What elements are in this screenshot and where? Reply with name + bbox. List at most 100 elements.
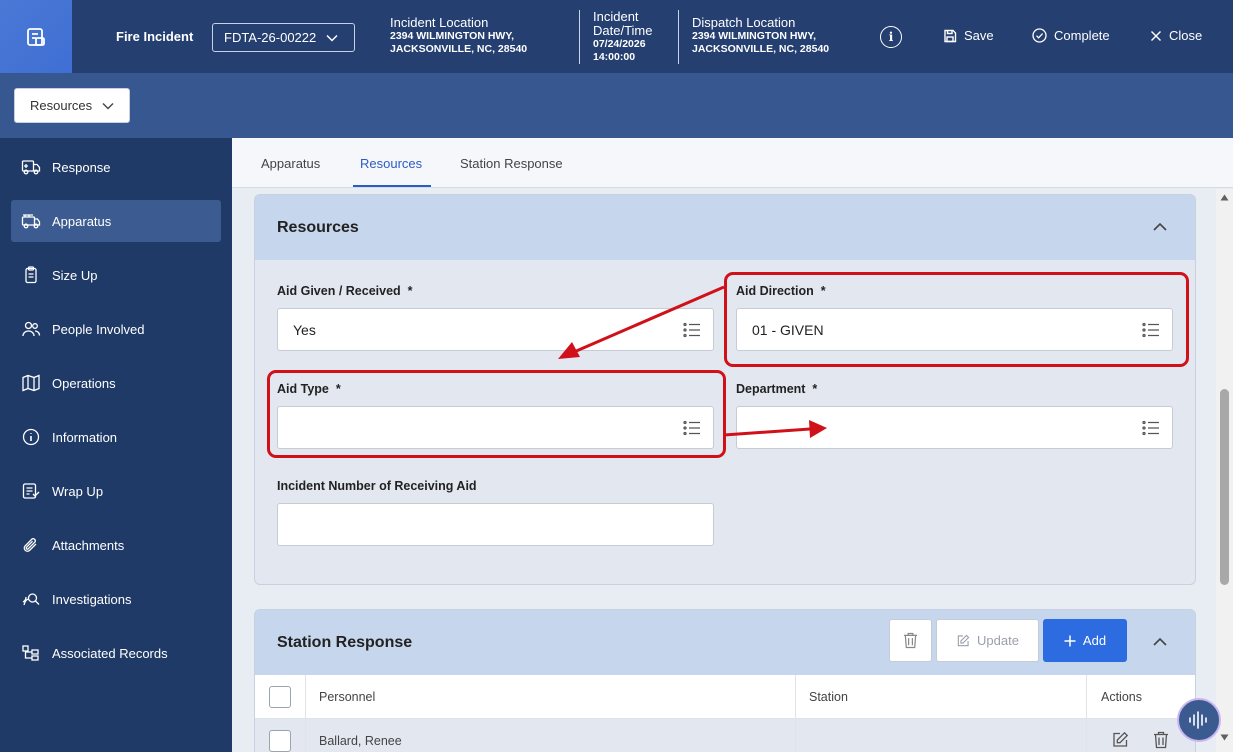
aid-given-value: Yes	[293, 321, 316, 338]
sidebar-item-label: Response	[52, 159, 111, 175]
complete-label: Complete	[1054, 28, 1110, 43]
add-button[interactable]: Add	[1043, 619, 1127, 662]
sidebar-item-wrap-up[interactable]: Wrap Up	[11, 470, 221, 512]
app-header: Fire Incident FDTA-26-00222 Incident Loc…	[0, 0, 1233, 73]
truck-icon	[21, 160, 41, 175]
incident-time: 14:00:00	[593, 51, 636, 63]
aid-given-field[interactable]: Yes	[277, 308, 714, 351]
info-icon[interactable]: i	[880, 26, 902, 48]
edit-icon	[957, 634, 970, 646]
sidebar-item-investigations[interactable]: Investigations	[11, 578, 221, 620]
column-header-actions: Actions	[1101, 690, 1142, 704]
trash-icon	[903, 632, 918, 649]
resources-card-header[interactable]: Resources	[255, 195, 1195, 260]
trash-icon[interactable]	[1153, 731, 1169, 749]
save-label: Save	[964, 28, 994, 43]
scroll-thumb[interactable]	[1220, 389, 1229, 585]
paperclip-icon	[23, 538, 37, 552]
sidebar-item-response[interactable]: Response	[11, 146, 221, 188]
column-header-personnel[interactable]: Personnel	[319, 690, 375, 704]
close-button[interactable]: Close	[1150, 28, 1202, 43]
tab-station-response[interactable]: Station Response	[460, 156, 563, 171]
department-label: Department *	[736, 382, 818, 396]
complete-button[interactable]: Complete	[1032, 28, 1110, 43]
column-header-station[interactable]: Station	[809, 690, 848, 704]
receiving-aid-label: Incident Number of Receiving Aid	[277, 479, 477, 493]
sidebar-item-size-up[interactable]: Size Up	[11, 254, 221, 296]
clipboard-icon	[25, 266, 37, 284]
sidebar-item-apparatus[interactable]: Apparatus	[11, 200, 221, 242]
incident-number-select[interactable]: FDTA-26-00222	[212, 23, 355, 52]
close-label: Close	[1169, 28, 1203, 43]
table-header-row: Personnel Station Actions	[255, 675, 1195, 719]
close-icon	[1151, 30, 1161, 41]
wrap-up-icon	[22, 483, 40, 499]
app-logo[interactable]	[0, 0, 72, 73]
fire-engine-icon	[21, 214, 41, 229]
sidebar-item-label: People Involved	[52, 321, 145, 337]
plus-icon	[1064, 635, 1076, 646]
chevron-down-icon	[326, 34, 338, 42]
save-icon	[944, 29, 957, 42]
scroll-down-arrow-icon[interactable]	[1220, 734, 1229, 741]
incident-datetime-label2: Date/Time	[593, 23, 653, 38]
department-field[interactable]	[736, 406, 1173, 449]
scroll-up-arrow-icon[interactable]	[1220, 194, 1229, 201]
list-icon[interactable]	[683, 322, 701, 338]
voice-assistant-button[interactable]	[1177, 698, 1221, 742]
update-button[interactable]: Update	[936, 619, 1039, 662]
active-tab-indicator	[353, 185, 431, 187]
people-icon	[22, 321, 41, 337]
chevron-up-icon[interactable]	[1153, 220, 1167, 234]
incident-location: Incident Location 2394 WILMINGTON HWY, J…	[390, 15, 527, 56]
sound-wave-icon	[1189, 711, 1207, 729]
column-divider	[1086, 675, 1087, 719]
sidebar-item-operations[interactable]: Operations	[11, 362, 221, 404]
header-divider	[579, 10, 580, 64]
card-title: Station Response	[277, 633, 413, 651]
sidebar-item-label: Apparatus	[52, 213, 112, 229]
chevron-up-icon[interactable]	[1153, 635, 1167, 649]
row-checkbox[interactable]	[269, 730, 291, 752]
aid-given-label: Aid Given / Received *	[277, 284, 413, 298]
edit-icon[interactable]	[1111, 731, 1129, 749]
card-title: Resources	[277, 218, 359, 236]
records-icon	[22, 645, 39, 661]
sidebar: Response Apparatus Size Up People Involv…	[0, 138, 232, 752]
scrollbar[interactable]	[1216, 189, 1233, 752]
incident-location-line1: 2394 WILMINGTON HWY,	[390, 30, 515, 42]
sidebar-item-label: Associated Records	[52, 645, 168, 661]
list-icon[interactable]	[1142, 420, 1160, 436]
receiving-aid-input[interactable]	[277, 503, 714, 546]
sidebar-item-people-involved[interactable]: People Involved	[11, 308, 221, 350]
table-row[interactable]: Ballard, Renee	[255, 719, 1195, 752]
sidebar-item-label: Size Up	[52, 267, 98, 283]
sidebar-item-associated-records[interactable]: Associated Records	[11, 632, 221, 674]
sidebar-item-attachments[interactable]: Attachments	[11, 524, 221, 566]
sidebar-item-label: Attachments	[52, 537, 125, 553]
add-label: Add	[1082, 633, 1107, 648]
section-select-value: Resources	[30, 98, 93, 113]
tab-resources[interactable]: Resources	[360, 156, 422, 171]
tab-apparatus[interactable]: Apparatus	[261, 156, 320, 171]
dispatch-location-line2: JACKSONVILLE, NC, 28540	[692, 43, 830, 55]
update-label: Update	[977, 633, 1019, 648]
logo-icon	[27, 27, 45, 46]
annotation-box-aid-type	[267, 370, 726, 458]
select-all-checkbox[interactable]	[269, 686, 291, 708]
column-divider	[305, 719, 306, 752]
sidebar-item-information[interactable]: Information	[11, 416, 221, 458]
delete-button[interactable]	[889, 619, 932, 662]
column-divider	[1086, 719, 1087, 752]
incident-datetime: Incident Date/Time 07/24/2026 14:00:00	[593, 9, 652, 64]
section-select[interactable]: Resources	[14, 88, 130, 123]
sidebar-item-label: Wrap Up	[52, 483, 104, 499]
column-divider	[795, 675, 796, 719]
dispatch-location-label: Dispatch Location	[692, 15, 796, 30]
save-button[interactable]: Save	[943, 28, 994, 43]
dispatch-location: Dispatch Location 2394 WILMINGTON HWY, J…	[692, 15, 829, 56]
tab-bar: Apparatus Resources Station Response	[232, 138, 1233, 188]
incident-number: FDTA-26-00222	[224, 30, 317, 45]
section-bar: Resources	[0, 73, 1233, 138]
incident-datetime-label1: Incident	[593, 9, 639, 24]
